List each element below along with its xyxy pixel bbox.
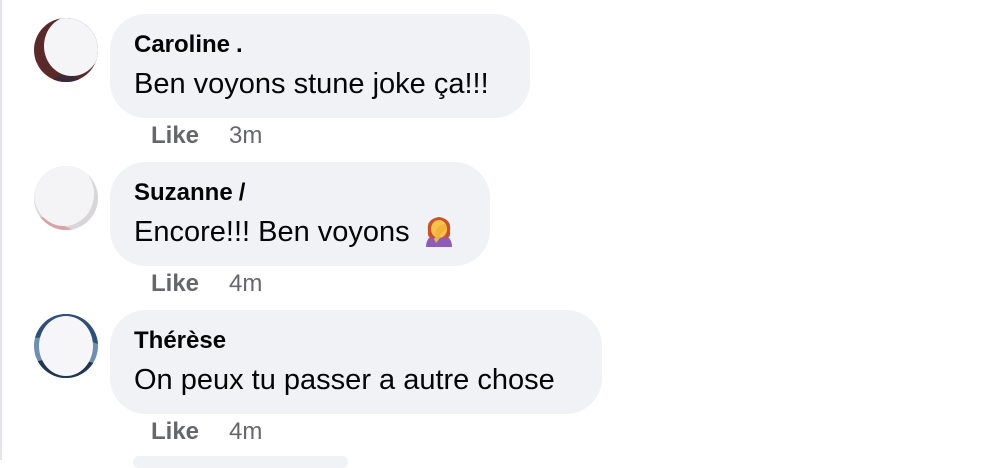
woman-facepalming-icon bbox=[424, 215, 454, 258]
comment-bubble: Thérèse On peux tu passer a autre chose bbox=[110, 310, 602, 414]
like-button[interactable]: Like bbox=[151, 270, 199, 297]
comment-text-content: Encore!!! Ben voyons bbox=[134, 216, 410, 248]
comment-timestamp[interactable]: 4m bbox=[229, 418, 262, 445]
like-button[interactable]: Like bbox=[151, 418, 199, 445]
author-name-trail: . bbox=[236, 31, 243, 58]
avatar[interactable] bbox=[34, 166, 98, 230]
author-name[interactable]: Suzanne bbox=[134, 179, 233, 206]
comment-timestamp[interactable]: 3m bbox=[229, 122, 262, 149]
comment-bubble: Suzanne / Encore!!! Ben voyons bbox=[110, 162, 490, 266]
author-name[interactable]: Caroline bbox=[134, 31, 230, 58]
comment-actions: Like 4m bbox=[151, 417, 262, 447]
author-name[interactable]: Thérèse bbox=[134, 327, 226, 354]
avatar[interactable] bbox=[34, 314, 98, 378]
comment-timestamp[interactable]: 4m bbox=[229, 270, 262, 297]
author-name-trail: / bbox=[238, 179, 246, 206]
next-comment-bubble bbox=[133, 456, 348, 468]
comment-bubble: Caroline. Ben voyons stune joke ça!!! bbox=[110, 14, 530, 118]
comment-text: Ben voyons stune joke ça!!! bbox=[134, 68, 489, 100]
comment-author[interactable]: Caroline. bbox=[134, 30, 506, 60]
comment-actions: Like 3m bbox=[151, 121, 262, 151]
comment-author[interactable]: Thérèse bbox=[134, 326, 578, 356]
avatar[interactable] bbox=[34, 18, 98, 82]
comment-text: Encore!!! Ben voyons bbox=[134, 212, 466, 258]
comment-actions: Like 4m bbox=[151, 269, 262, 299]
like-button[interactable]: Like bbox=[151, 122, 199, 149]
thread-rule bbox=[0, 0, 2, 460]
comment-text: On peux tu passer a autre chose bbox=[134, 364, 555, 396]
comment-author[interactable]: Suzanne / bbox=[134, 178, 466, 208]
